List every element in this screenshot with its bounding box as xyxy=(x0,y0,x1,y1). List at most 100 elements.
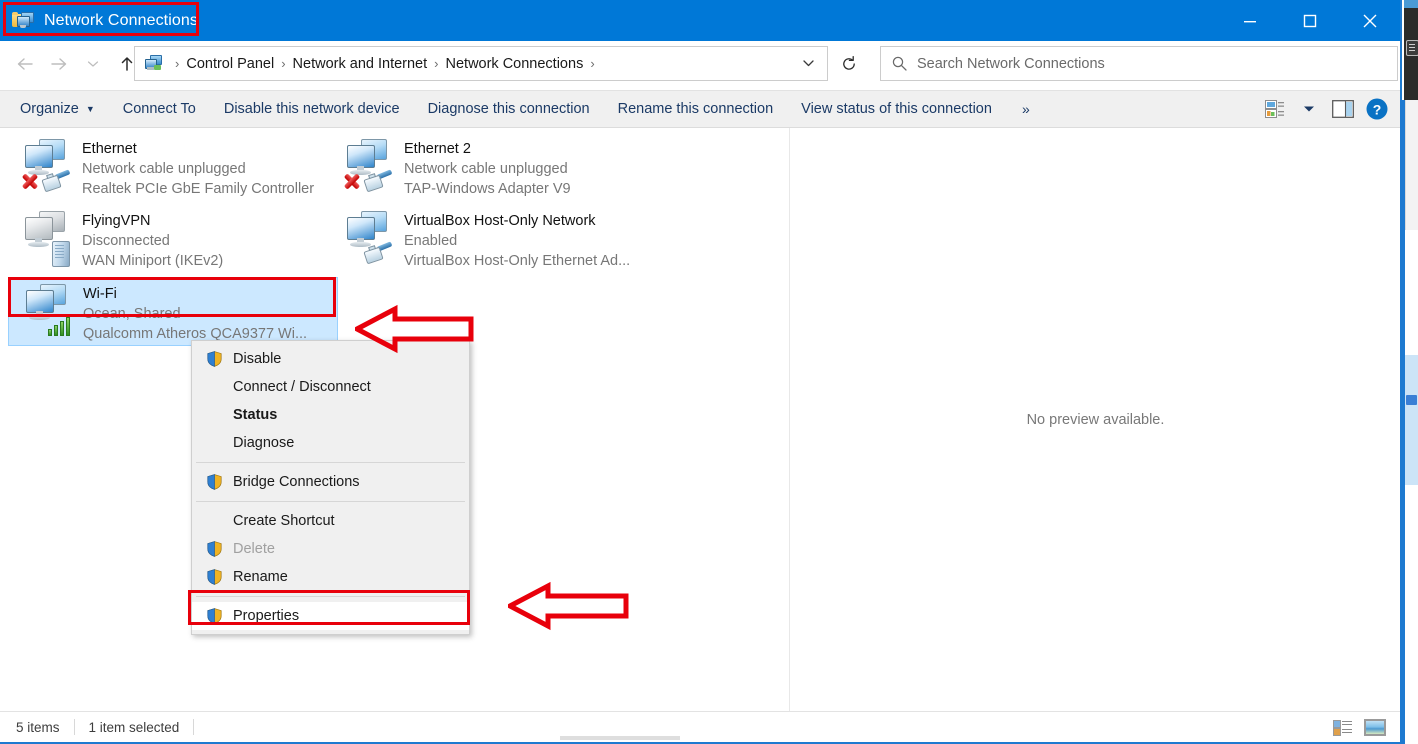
breadcrumb-separator: › xyxy=(175,56,180,71)
minimize-button[interactable] xyxy=(1220,0,1280,41)
view-status-button[interactable]: View status of this connection xyxy=(787,91,1006,127)
background-panel-three xyxy=(1405,355,1418,485)
shield-icon xyxy=(200,541,228,557)
ethernet-adapter-icon xyxy=(342,211,400,269)
context-menu-label: Create Shortcut xyxy=(233,513,335,529)
disable-device-button[interactable]: Disable this network device xyxy=(210,91,414,127)
status-divider xyxy=(193,719,195,735)
ethernet-adapter-icon xyxy=(342,139,400,197)
rj45-icon xyxy=(363,241,393,265)
context-menu-separator xyxy=(196,596,465,597)
connection-adapter: VirtualBox Host-Only Ethernet Ad... xyxy=(404,253,631,269)
window-controls xyxy=(1220,0,1400,41)
connection-name: Wi-Fi xyxy=(83,286,117,302)
background-panel-four xyxy=(1405,488,1418,744)
connection-adapter: WAN Miniport (IKEv2) xyxy=(82,253,224,269)
connect-to-button[interactable]: Connect To xyxy=(109,91,210,127)
command-bar-right: ? xyxy=(1258,90,1394,128)
background-window-titlebar xyxy=(1404,0,1418,8)
large-icons-view-icon[interactable] xyxy=(1364,718,1386,736)
forward-button[interactable] xyxy=(42,41,76,87)
context-menu-item-create-shortcut[interactable]: Create Shortcut xyxy=(192,507,469,535)
context-menu-item-diagnose[interactable]: Diagnose xyxy=(192,429,469,457)
search-box[interactable]: Search Network Connections xyxy=(880,46,1398,81)
title-bar: Network Connections xyxy=(0,0,1400,41)
breadcrumb-separator: › xyxy=(434,56,439,71)
shield-icon xyxy=(200,351,228,367)
recent-locations-button[interactable] xyxy=(76,41,110,87)
connection-adapter: TAP-Windows Adapter V9 xyxy=(404,181,571,197)
chevron-down-icon: ▼ xyxy=(85,104,95,114)
status-bar: 5 items 1 item selected xyxy=(0,711,1400,742)
preview-pane-icon[interactable] xyxy=(1326,91,1360,127)
status-divider xyxy=(73,719,75,735)
connection-status: Network cable unplugged xyxy=(82,161,246,177)
connection-status: Ocean, Shared xyxy=(83,306,181,322)
connection-name: VirtualBox Host-Only Network xyxy=(404,213,596,229)
maximize-button[interactable] xyxy=(1280,0,1340,41)
list-item-wifi[interactable]: Wi-Fi Ocean, Shared Qualcomm Atheros QCA… xyxy=(8,277,338,346)
rj45-icon xyxy=(363,169,393,193)
back-button[interactable] xyxy=(8,41,42,87)
background-network-icon xyxy=(1406,395,1417,405)
rename-connection-button[interactable]: Rename this connection xyxy=(604,91,788,127)
title-bar-left: Network Connections xyxy=(0,0,198,41)
preview-message: No preview available. xyxy=(1026,412,1165,428)
context-menu: Disable Connect / Disconnect Status Diag… xyxy=(191,340,470,635)
ethernet-adapter-icon xyxy=(20,139,78,197)
context-menu-item-bridge-connections[interactable]: Bridge Connections xyxy=(192,468,469,496)
close-button[interactable] xyxy=(1340,0,1400,41)
context-menu-label: Status xyxy=(233,407,278,423)
wifi-adapter-icon xyxy=(21,284,79,342)
context-menu-label: Bridge Connections xyxy=(233,474,360,490)
svg-text:?: ? xyxy=(1373,101,1382,117)
preview-pane: No preview available. xyxy=(791,128,1400,711)
change-view-icon[interactable] xyxy=(1258,91,1292,127)
search-icon xyxy=(881,55,917,72)
context-menu-item-status[interactable]: Status xyxy=(192,401,469,429)
list-item[interactable]: Ethernet 2 Network cable unplugged TAP-W… xyxy=(330,133,660,202)
context-menu-item-rename[interactable]: Rename xyxy=(192,563,469,591)
explorer-window: Network Connections › Control Panel › Ne… xyxy=(0,0,1402,744)
connection-adapter: Realtek PCIe GbE Family Controller xyxy=(82,181,315,197)
breadcrumb-dropdown-icon[interactable] xyxy=(802,55,815,73)
red-x-icon xyxy=(20,171,40,191)
refresh-button[interactable] xyxy=(830,46,868,81)
breadcrumb-item-network-and-internet[interactable]: Network and Internet xyxy=(293,56,428,72)
shield-icon xyxy=(200,608,228,624)
context-menu-label: Properties xyxy=(233,608,300,624)
vpn-adapter-icon xyxy=(20,211,78,269)
view-dropdown-caret-icon[interactable] xyxy=(1292,91,1326,127)
red-x-icon xyxy=(342,171,362,191)
rj45-icon xyxy=(41,169,71,193)
organize-button[interactable]: Organize ▼ xyxy=(6,91,109,127)
breadcrumb-item-control-panel[interactable]: Control Panel xyxy=(186,56,274,72)
connection-name: FlyingVPN xyxy=(82,213,151,229)
context-menu-label: Diagnose xyxy=(233,435,295,451)
context-menu-item-disable[interactable]: Disable xyxy=(192,345,469,373)
background-panel-two xyxy=(1405,232,1418,352)
context-menu-label: Delete xyxy=(233,541,275,557)
context-menu-item-connect-disconnect[interactable]: Connect / Disconnect xyxy=(192,373,469,401)
network-connections-window: Network Connections › Control Panel › Ne… xyxy=(0,0,1418,744)
breadcrumb[interactable]: › Control Panel › Network and Internet ›… xyxy=(134,46,828,81)
command-bar: Organize ▼ Connect To Disable this netwo… xyxy=(0,90,1400,128)
connection-name: Ethernet xyxy=(82,141,137,157)
breadcrumb-item-network-connections[interactable]: Network Connections xyxy=(446,56,584,72)
list-item[interactable]: VirtualBox Host-Only Network Enabled Vir… xyxy=(330,205,660,274)
background-app-icon xyxy=(1406,40,1418,56)
help-icon[interactable]: ? xyxy=(1360,91,1394,127)
context-menu-item-properties[interactable]: Properties xyxy=(192,602,469,630)
command-overflow-button[interactable]: » xyxy=(1006,101,1046,117)
background-panel-one xyxy=(1405,100,1418,230)
connection-name: Ethernet 2 xyxy=(404,141,471,157)
status-bar-view-buttons xyxy=(1332,718,1386,736)
details-view-icon[interactable] xyxy=(1332,718,1354,736)
list-item[interactable]: FlyingVPN Disconnected WAN Miniport (IKE… xyxy=(8,205,338,274)
search-input[interactable]: Search Network Connections xyxy=(917,56,1105,72)
connection-status: Enabled xyxy=(404,233,458,249)
context-menu-label: Disable xyxy=(233,351,282,367)
context-menu-separator xyxy=(196,501,465,502)
list-item[interactable]: Ethernet Network cable unplugged Realtek… xyxy=(8,133,338,202)
diagnose-connection-button[interactable]: Diagnose this connection xyxy=(414,91,604,127)
